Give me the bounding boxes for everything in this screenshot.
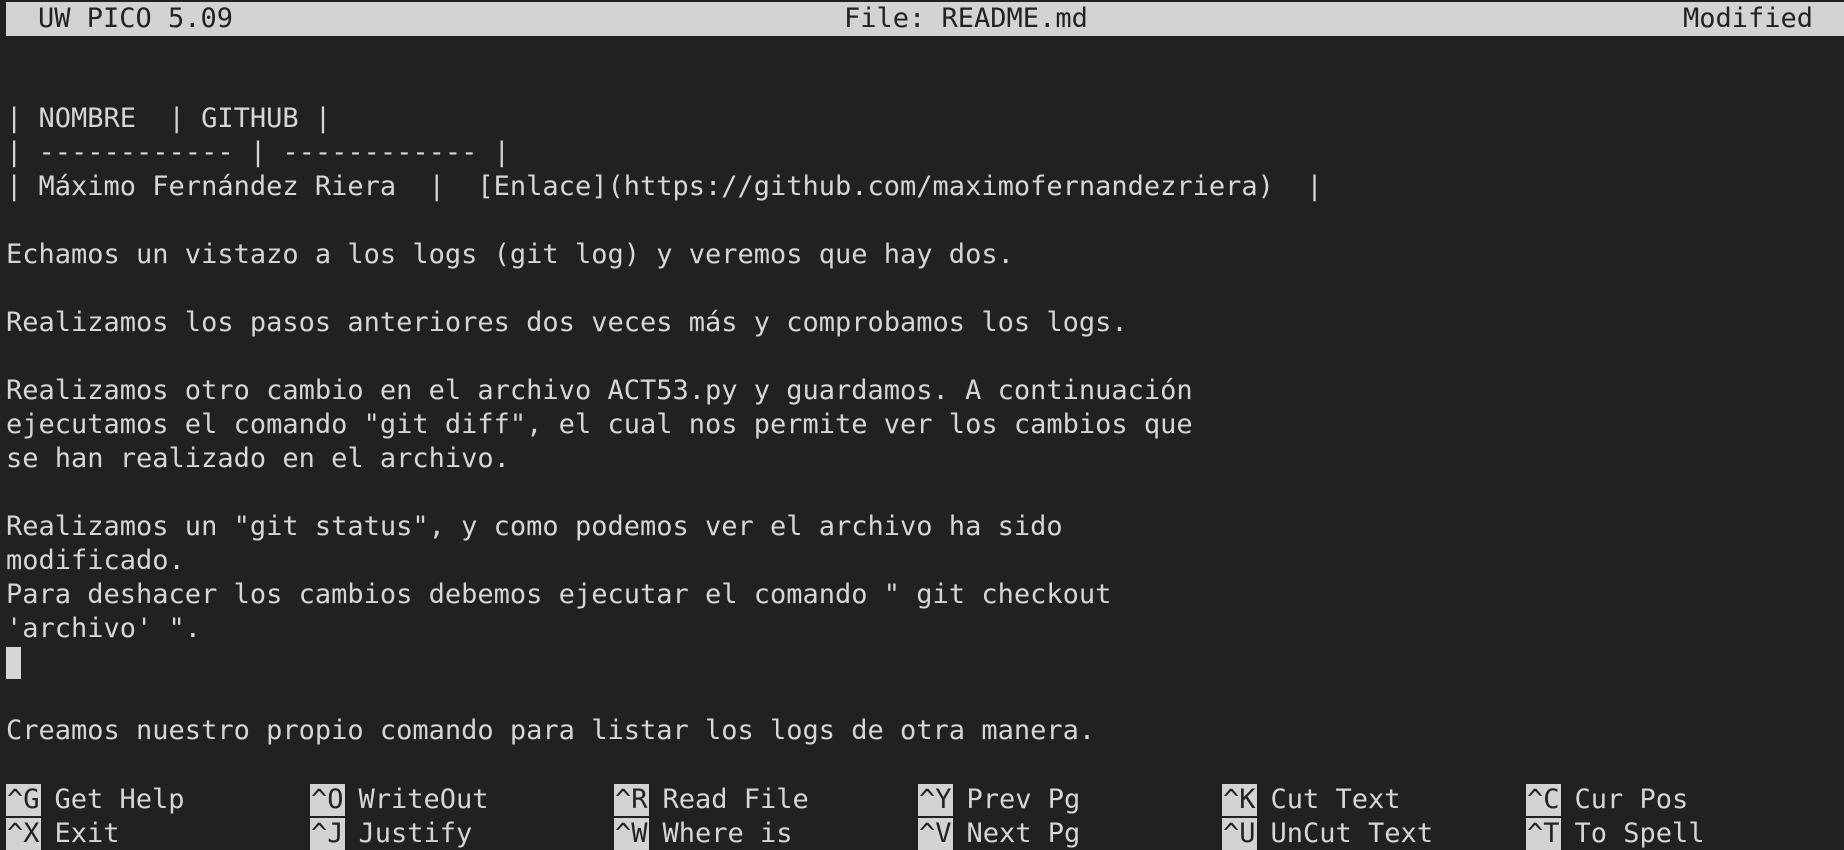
cursor-line[interactable] <box>6 646 1836 680</box>
shortcut-read-file[interactable]: ^R Read File <box>614 784 809 816</box>
shortcut-exit[interactable]: ^X Exit <box>6 818 120 850</box>
text-line[interactable]: Echamos un vistazo a los logs (git log) … <box>6 238 1836 272</box>
shortcut-label: UnCut Text <box>1270 818 1434 849</box>
text-line[interactable]: | ------------ | ------------ | <box>6 136 1836 170</box>
shortcut-where-is[interactable]: ^W Where is <box>614 818 793 850</box>
shortcut-key: ^W <box>614 818 649 850</box>
shortcut-cur-pos[interactable]: ^C Cur Pos <box>1526 784 1688 816</box>
shortcut-label: Exit <box>54 818 120 849</box>
shortcut-key: ^O <box>310 784 345 816</box>
app-version: UW PICO 5.09 <box>38 3 234 34</box>
text-line[interactable] <box>6 340 1836 374</box>
text-line[interactable]: | NOMBRE | GITHUB | <box>6 102 1836 136</box>
editor-area[interactable]: | NOMBRE | GITHUB | | ------------ | ---… <box>6 102 1836 748</box>
shortcut-prev-page[interactable]: ^Y Prev Pg <box>918 784 1080 816</box>
shortcut-cut-text[interactable]: ^K Cut Text <box>1222 784 1401 816</box>
shortcut-key: ^T <box>1526 818 1561 850</box>
shortcut-label: WriteOut <box>358 784 489 815</box>
shortcut-key: ^R <box>614 784 649 816</box>
text-line[interactable]: Realizamos los pasos anteriores dos vece… <box>6 306 1836 340</box>
shortcut-to-spell[interactable]: ^T To Spell <box>1526 818 1705 850</box>
text-line[interactable] <box>6 204 1836 238</box>
shortcut-key: ^J <box>310 818 345 850</box>
shortcut-bar: ^G Get Help ^O WriteOut ^R Read File ^Y Prev… <box>6 784 1844 850</box>
text-line[interactable]: | Máximo Fernández Riera | [Enlace](http… <box>6 170 1836 204</box>
shortcut-uncut-text[interactable]: ^U UnCut Text <box>1222 818 1433 850</box>
shortcut-key: ^G <box>6 784 41 816</box>
shortcut-key: ^V <box>918 818 953 850</box>
shortcut-key: ^X <box>6 818 41 850</box>
text-line[interactable]: modificado. <box>6 544 1836 578</box>
text-line[interactable] <box>6 272 1836 306</box>
shortcut-label: Prev Pg <box>966 784 1081 815</box>
file-name: File: README.md <box>844 3 1088 34</box>
shortcut-key: ^Y <box>918 784 953 816</box>
text-line[interactable]: se han realizado en el archivo. <box>6 442 1836 476</box>
shortcut-label: Cur Pos <box>1574 784 1689 815</box>
text-cursor <box>6 647 21 679</box>
text-line[interactable]: ejecutamos el comando "git diff", el cua… <box>6 408 1836 442</box>
text-line[interactable]: Realizamos un "git status", y como podem… <box>6 510 1836 544</box>
shortcut-justify[interactable]: ^J Justify <box>310 818 472 850</box>
text-line[interactable] <box>6 476 1836 510</box>
shortcut-label: Justify <box>358 818 473 849</box>
shortcut-label: Cut Text <box>1270 784 1401 815</box>
modified-status: Modified <box>1682 3 1813 34</box>
shortcut-label: Where is <box>662 818 793 849</box>
text-line[interactable] <box>6 680 1836 714</box>
shortcut-key: ^K <box>1222 784 1257 816</box>
text-line[interactable]: Realizamos otro cambio en el archivo ACT… <box>6 374 1836 408</box>
shortcut-label: Read File <box>662 784 809 815</box>
text-line[interactable]: Creamos nuestro propio comando para list… <box>6 714 1836 748</box>
shortcut-label: To Spell <box>1574 818 1705 849</box>
shortcut-writeout[interactable]: ^O WriteOut <box>310 784 489 816</box>
text-line[interactable]: 'archivo' ". <box>6 612 1836 646</box>
text-line[interactable]: Para deshacer los cambios debemos ejecut… <box>6 578 1836 612</box>
shortcut-label: Next Pg <box>966 818 1081 849</box>
title-bar: UW PICO 5.09 File: README.md Modified <box>6 2 1844 36</box>
shortcut-key: ^U <box>1222 818 1257 850</box>
shortcut-key: ^C <box>1526 784 1561 816</box>
shortcut-get-help[interactable]: ^G Get Help <box>6 784 185 816</box>
shortcut-next-page[interactable]: ^V Next Pg <box>918 818 1080 850</box>
shortcut-label: Get Help <box>54 784 185 815</box>
